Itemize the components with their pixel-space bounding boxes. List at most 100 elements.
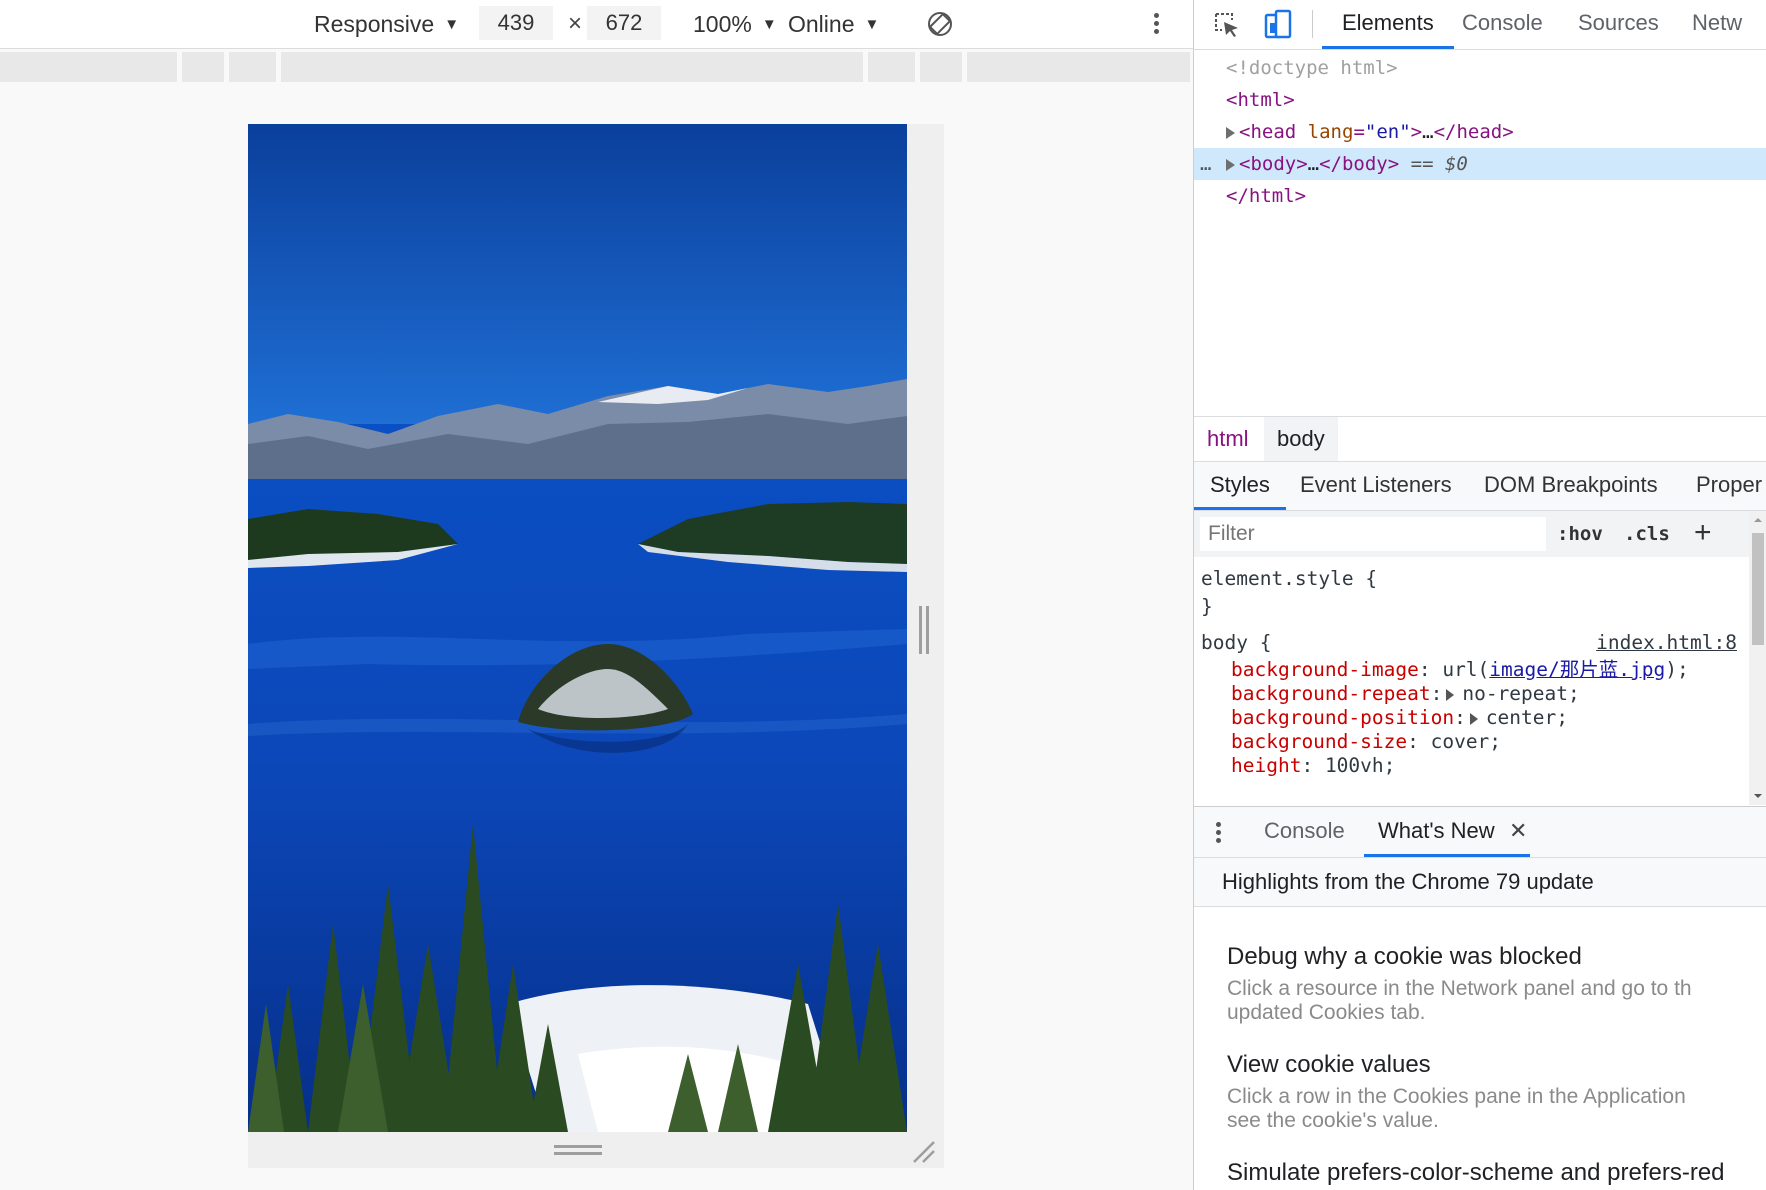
whats-new-header: Highlights from the Chrome 79 update xyxy=(1194,858,1766,907)
declaration-background-image[interactable]: background-image: url(image/那片蓝.jpg); xyxy=(1231,656,1689,683)
tab-elements[interactable]: Elements xyxy=(1322,0,1454,49)
new-style-rule-button[interactable]: + xyxy=(1694,513,1712,553)
equals-sign: == xyxy=(1410,153,1434,175)
body-open-tag: <body> xyxy=(1239,153,1308,175)
media-query-segment[interactable] xyxy=(920,52,962,82)
viewport-resize-handle-bottom[interactable] xyxy=(554,1145,602,1159)
breadcrumb-body[interactable]: body xyxy=(1264,417,1338,461)
styles-scrollbar[interactable] xyxy=(1749,511,1766,805)
tab-console[interactable]: Console xyxy=(1462,0,1543,46)
head-tag-name: head xyxy=(1250,121,1297,143)
close-icon[interactable]: ✕ xyxy=(1509,807,1527,854)
drawer-tab-console[interactable]: Console xyxy=(1264,807,1345,854)
zoom-label: 100% xyxy=(693,10,752,37)
toolbar-separator xyxy=(1312,10,1313,38)
device-label: Responsive xyxy=(314,10,435,37)
media-query-segment[interactable] xyxy=(229,52,276,82)
tab-properties[interactable]: Proper xyxy=(1696,462,1762,507)
rotate-icon[interactable] xyxy=(926,10,954,38)
chevron-down-icon: ▼ xyxy=(761,15,777,33)
tab-dom-breakpoints[interactable]: DOM Breakpoints xyxy=(1484,462,1658,507)
body-selector[interactable]: body { xyxy=(1201,629,1271,656)
body-close-tag: </body> xyxy=(1319,153,1400,175)
scroll-up-icon[interactable] xyxy=(1749,513,1766,527)
zoom-dropdown[interactable]: 100% ▼ xyxy=(693,0,777,48)
dom-node-html-close[interactable]: </html> xyxy=(1194,180,1766,212)
element-style-close: } xyxy=(1201,595,1213,618)
declaration-background-repeat[interactable]: background-repeat: no-repeat; xyxy=(1231,680,1580,707)
media-query-segment[interactable] xyxy=(967,52,1190,82)
rule-source-link[interactable]: index.html:8 xyxy=(1596,629,1737,656)
head-ellipsis: … xyxy=(1422,121,1434,143)
media-query-segment[interactable] xyxy=(281,52,863,82)
property-value-suffix: ); xyxy=(1665,658,1689,681)
cls-button[interactable]: .cls xyxy=(1624,511,1670,557)
devtools-panel: Elements Console Sources Netw <!doctype … xyxy=(1193,0,1766,1190)
device-dropdown[interactable]: Responsive ▼ xyxy=(314,0,459,48)
html-close-tag: </html> xyxy=(1226,185,1307,207)
drawer-menu-icon[interactable] xyxy=(1214,819,1222,845)
property-name: background-position xyxy=(1231,706,1455,729)
property-value: cover; xyxy=(1430,730,1502,753)
styles-filter-row: :hov .cls + xyxy=(1194,511,1749,557)
emulated-viewport[interactable] xyxy=(248,124,907,1132)
lake-background-image xyxy=(248,124,907,1132)
tab-styles[interactable]: Styles xyxy=(1194,462,1286,510)
expand-triangle-icon[interactable] xyxy=(1226,126,1235,139)
property-name: height xyxy=(1231,754,1302,777)
dom-node-head[interactable]: <head lang="en">…</head> xyxy=(1194,116,1766,148)
media-query-bar[interactable] xyxy=(0,52,1190,82)
expand-triangle-icon[interactable] xyxy=(1469,712,1478,725)
throttle-dropdown[interactable]: Online ▼ xyxy=(788,0,879,48)
html-open-tag: <html> xyxy=(1226,89,1295,111)
tab-sources[interactable]: Sources xyxy=(1578,0,1659,46)
property-name: background-image xyxy=(1231,658,1419,681)
media-query-segment[interactable] xyxy=(182,52,224,82)
declaration-height[interactable]: height: 100vh; xyxy=(1231,752,1395,779)
throttle-label: Online xyxy=(788,10,855,37)
tab-network[interactable]: Netw xyxy=(1692,0,1742,46)
head-attr-name: lang xyxy=(1307,121,1354,143)
property-value: no-repeat; xyxy=(1462,682,1580,705)
dom-node-html[interactable]: <html> xyxy=(1194,84,1766,116)
breadcrumb-html[interactable]: html xyxy=(1194,417,1262,461)
dom-node-doctype[interactable]: <!doctype html> xyxy=(1194,52,1766,84)
hov-button[interactable]: :hov xyxy=(1557,511,1603,557)
element-style-open[interactable]: element.style { xyxy=(1201,565,1377,592)
whats-new-item-title[interactable]: Simulate prefers-color-scheme and prefer… xyxy=(1227,1159,1725,1187)
scroll-down-icon[interactable] xyxy=(1749,789,1766,803)
head-close-tag: </head> xyxy=(1433,121,1514,143)
media-query-segment[interactable] xyxy=(868,52,915,82)
expand-triangle-icon[interactable] xyxy=(1446,688,1455,701)
node-actions-icon[interactable]: … xyxy=(1200,148,1211,180)
expand-triangle-icon[interactable] xyxy=(1226,158,1235,171)
whats-new-item-title[interactable]: Debug why a cookie was blocked xyxy=(1227,943,1582,971)
scrollbar-thumb[interactable] xyxy=(1752,533,1764,645)
body-ellipsis: … xyxy=(1307,153,1320,175)
whats-new-content: Debug why a cookie was blocked Click a r… xyxy=(1194,907,1766,1190)
height-input[interactable] xyxy=(587,6,661,40)
whats-new-item-desc: updated Cookies tab. xyxy=(1227,1001,1426,1024)
width-input[interactable] xyxy=(479,6,553,40)
whats-new-item-desc: see the cookie's value. xyxy=(1227,1109,1439,1132)
viewport-resize-handle-right[interactable] xyxy=(919,606,929,654)
device-toggle-icon[interactable] xyxy=(1262,9,1294,41)
image-url-link[interactable]: image/那片蓝.jpg xyxy=(1489,658,1665,681)
declaration-background-position[interactable]: background-position: center; xyxy=(1231,704,1568,731)
more-options-icon[interactable] xyxy=(1150,10,1162,38)
resize-corner-icon[interactable] xyxy=(910,1138,938,1166)
property-name: background-repeat xyxy=(1231,682,1431,705)
style-rules: element.style { } body { index.html:8 ba… xyxy=(1194,557,1749,805)
dom-node-body[interactable]: … <body>…</body> == $0 xyxy=(1194,148,1766,180)
declaration-background-size[interactable]: background-size: cover; xyxy=(1231,728,1501,755)
drawer-tabbar: Console What's New ✕ xyxy=(1194,806,1766,858)
tab-event-listeners[interactable]: Event Listeners xyxy=(1300,462,1452,507)
whats-new-item-title[interactable]: View cookie values xyxy=(1227,1051,1431,1079)
device-emulation-area: Responsive ▼ × 100% ▼ Online ▼ xyxy=(0,0,1193,1190)
drawer-tab-whats-new[interactable]: What's New xyxy=(1364,807,1530,857)
inspect-element-icon[interactable] xyxy=(1212,10,1242,40)
styles-filter-input[interactable] xyxy=(1200,517,1546,551)
doctype-text: <!doctype html> xyxy=(1226,57,1398,79)
media-query-segment[interactable] xyxy=(0,52,177,82)
head-attr-value: "en" xyxy=(1364,121,1411,143)
